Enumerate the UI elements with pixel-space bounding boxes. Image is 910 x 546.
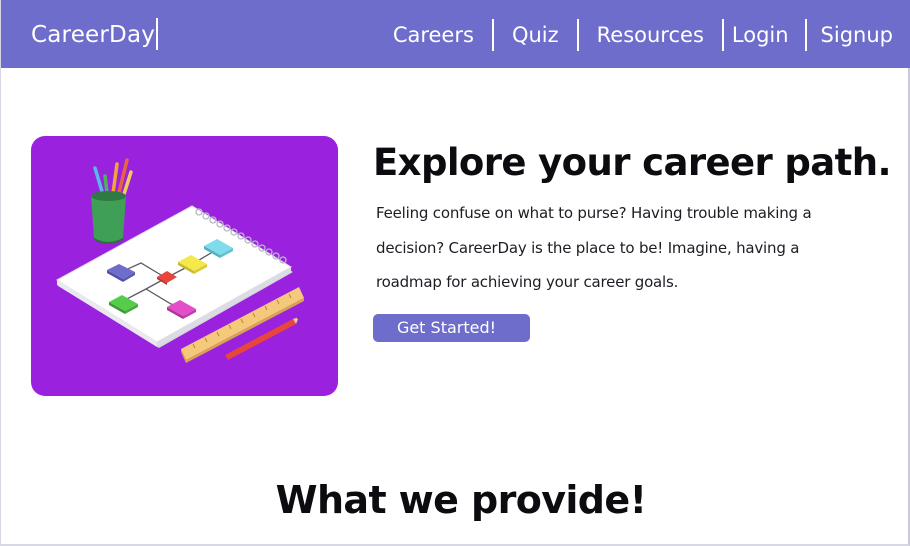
nav-links: Careers Quiz Resources Login Signup bbox=[375, 18, 893, 52]
nav-link-login[interactable]: Login bbox=[724, 18, 805, 52]
hero-title: Explore your career path. bbox=[373, 141, 892, 184]
nav-link-careers[interactable]: Careers bbox=[375, 18, 492, 52]
nav-link-signup[interactable]: Signup bbox=[807, 18, 893, 52]
brand-logo[interactable]: CareerDay bbox=[31, 19, 155, 51]
hero-illustration bbox=[31, 136, 338, 396]
section-title: What we provide! bbox=[275, 478, 647, 522]
hero-description: Feeling confuse on what to purse? Having… bbox=[376, 204, 812, 291]
page-frame: CareerDay Careers Quiz Resources Login S… bbox=[0, 0, 910, 546]
nav-link-quiz[interactable]: Quiz bbox=[494, 18, 577, 52]
pencil-cup-icon bbox=[91, 158, 133, 244]
nav-link-resources[interactable]: Resources bbox=[579, 18, 722, 52]
get-started-button[interactable]: Get Started! bbox=[373, 314, 530, 342]
brand-divider bbox=[156, 18, 158, 50]
career-roadmap-illustration bbox=[56, 158, 304, 363]
navbar: CareerDay Careers Quiz Resources Login S… bbox=[1, 0, 910, 68]
